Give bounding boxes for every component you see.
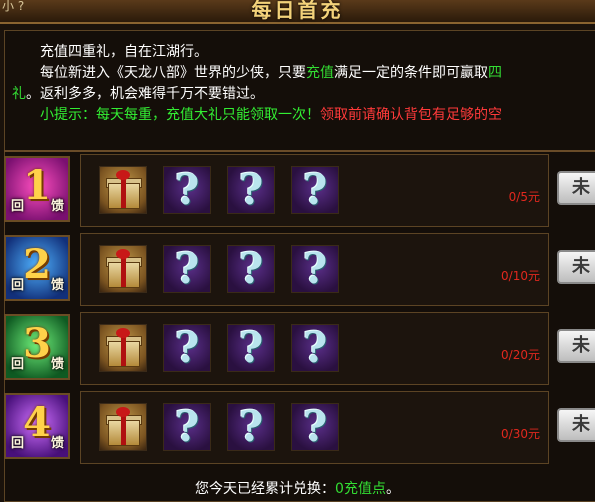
desc-line-2-tail: 四 <box>488 65 502 81</box>
mystery-item-icon[interactable]: ? <box>291 403 339 451</box>
mystery-item-icon[interactable]: ? <box>227 324 275 372</box>
reward-tier-row: 3 回馈??? 0/20元未 <box>4 312 595 387</box>
tier-badge: 4回馈 <box>4 393 70 459</box>
mystery-item-icon[interactable]: ? <box>291 324 339 372</box>
mystery-item-icon[interactable]: ? <box>227 245 275 293</box>
reward-tier-row: 2 回馈??? 0/10元未 <box>4 233 595 308</box>
gift-box-icon[interactable] <box>99 324 147 372</box>
divider <box>4 150 595 152</box>
recharge-progress: 0/5元 <box>508 190 540 204</box>
tier-kui-label: 馈 <box>50 357 64 372</box>
desc-tip: 小提示：每天每重，充值大礼只能领取一次！领取前请确认背包有足够的空 <box>12 105 595 126</box>
reward-slots: ??? 0/20元 <box>80 312 549 385</box>
tier-kui-label: 馈 <box>50 278 64 293</box>
gift-box-icon[interactable] <box>99 245 147 293</box>
desc-highlight-recharge: 充值 <box>306 65 334 81</box>
claim-button[interactable]: 未 <box>557 171 595 205</box>
desc-line-3-body: 。返利多多，机会难得千万不要错过。 <box>26 86 264 102</box>
desc-line-2: 每位新进入《天龙八部》世界的少侠，只要充值满足一定的条件即可赢取四 <box>12 63 595 84</box>
reward-slots: ??? 0/10元 <box>80 233 549 306</box>
desc-line-2-a: 每位新进入《天龙八部》世界的少侠，只要 <box>40 65 306 81</box>
recharge-progress: 0/20元 <box>501 348 540 362</box>
mystery-item-icon[interactable]: ? <box>227 166 275 214</box>
claim-button[interactable]: 未 <box>557 408 595 442</box>
desc-line-1: 充值四重礼，自在江湖行。 <box>40 44 208 60</box>
mystery-item-icon[interactable]: ? <box>227 403 275 451</box>
footer-amount: 0充值点 <box>335 481 386 497</box>
tier-badge: 3回馈 <box>4 314 70 380</box>
mystery-item-icon[interactable]: ? <box>291 166 339 214</box>
reward-tier-row: 1 回馈??? 0/5元未 <box>4 154 595 229</box>
tier-hui-label: 回 <box>11 278 25 293</box>
description: 充值四重礼，自在江湖行。 每位新进入《天龙八部》世界的少侠，只要充值满足一定的条… <box>12 42 595 126</box>
reward-slots: ??? 0/5元 <box>80 154 549 227</box>
desc-line-3-head: 礼 <box>12 86 26 102</box>
recharge-progress: 0/30元 <box>501 427 540 441</box>
footer-summary: 您今天已经累计兑换：0充值点。 <box>0 478 595 498</box>
tier-hui-label: 回 <box>11 436 25 451</box>
claim-button[interactable]: 未 <box>557 329 595 363</box>
mystery-item-icon[interactable]: ? <box>163 245 211 293</box>
tier-badge: 1回馈 <box>4 156 70 222</box>
tier-kui-label: 馈 <box>50 199 64 214</box>
mystery-item-icon[interactable]: ? <box>163 403 211 451</box>
page-title: 每日首充 <box>251 0 344 22</box>
gift-box-icon[interactable] <box>99 403 147 451</box>
mystery-item-icon[interactable]: ? <box>291 245 339 293</box>
gift-box-icon[interactable] <box>99 166 147 214</box>
tip-warning: 领取前请确认背包有足够的空 <box>320 107 502 123</box>
recharge-progress: 0/10元 <box>501 269 540 283</box>
reward-tier-row: 4 回馈??? 0/30元未 <box>4 391 595 466</box>
footer-prefix: 您今天已经累计兑换： <box>195 481 336 497</box>
mystery-item-icon[interactable]: ? <box>163 324 211 372</box>
tier-hui-label: 回 <box>11 357 25 372</box>
tier-hui-label: 回 <box>11 199 25 214</box>
title-bar: 小 ? 每日首充 <box>0 0 595 24</box>
tier-badge: 2回馈 <box>4 235 70 301</box>
footer-suffix: 。 <box>385 481 400 497</box>
desc-line-3: 礼。返利多多，机会难得千万不要错过。 <box>12 84 595 105</box>
mystery-item-icon[interactable]: ? <box>163 166 211 214</box>
desc-line-2-b: 满足一定的条件即可赢取 <box>334 65 488 81</box>
reward-slots: ??? 0/30元 <box>80 391 549 464</box>
tip-label: 小提示：每天每重，充值大礼只能领取一次！ <box>40 107 320 123</box>
tier-kui-label: 馈 <box>50 436 64 451</box>
claim-button[interactable]: 未 <box>557 250 595 284</box>
